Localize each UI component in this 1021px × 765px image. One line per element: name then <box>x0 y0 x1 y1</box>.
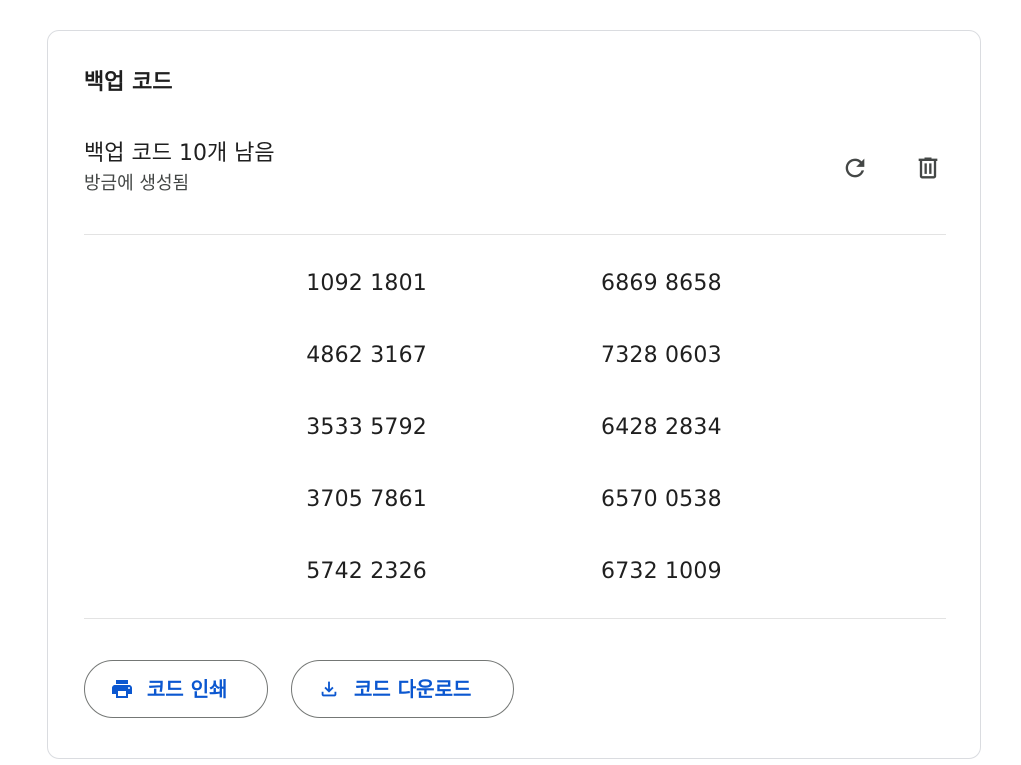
backup-code: 4862 3167 <box>306 343 427 368</box>
backup-code: 1092 1801 <box>306 271 427 296</box>
code-row: 3705 7861 6570 0538 <box>48 465 980 537</box>
regenerate-codes-button[interactable] <box>835 148 875 188</box>
download-codes-label: 코드 다운로드 <box>354 677 472 701</box>
codes-remaining-text: 백업 코드 10개 남음 <box>84 141 275 166</box>
code-row: 4862 3167 7328 0603 <box>48 321 980 393</box>
printer-icon <box>109 676 135 702</box>
trash-icon <box>918 157 938 179</box>
code-row: 1092 1801 6869 8658 <box>48 249 980 321</box>
backup-codes-card: 백업 코드 백업 코드 10개 남음 방금에 생성됨 1092 1801 686… <box>47 30 981 759</box>
download-codes-button[interactable]: 코드 다운로드 <box>291 660 514 718</box>
print-codes-button[interactable]: 코드 인쇄 <box>84 660 268 718</box>
backup-code: 3705 7861 <box>306 487 427 512</box>
backup-code: 3533 5792 <box>306 415 427 440</box>
download-icon <box>316 676 342 702</box>
print-codes-label: 코드 인쇄 <box>147 677 228 701</box>
delete-codes-button[interactable] <box>908 148 948 188</box>
backup-code: 6570 0538 <box>601 487 722 512</box>
refresh-icon <box>845 158 865 178</box>
code-row: 3533 5792 6428 2834 <box>48 393 980 465</box>
codes-summary: 백업 코드 10개 남음 방금에 생성됨 <box>84 139 275 197</box>
codes-list: 1092 1801 6869 8658 4862 3167 7328 0603 … <box>48 249 980 609</box>
backup-code: 6428 2834 <box>601 415 722 440</box>
backup-code: 6732 1009 <box>601 559 722 584</box>
code-row: 5742 2326 6732 1009 <box>48 537 980 609</box>
backup-code: 7328 0603 <box>601 343 722 368</box>
codes-generated-text: 방금에 생성됨 <box>84 173 190 194</box>
divider-bottom <box>84 618 946 619</box>
card-title: 백업 코드 <box>84 70 173 95</box>
divider-top <box>84 234 946 235</box>
backup-code: 5742 2326 <box>306 559 427 584</box>
backup-code: 6869 8658 <box>601 271 722 296</box>
